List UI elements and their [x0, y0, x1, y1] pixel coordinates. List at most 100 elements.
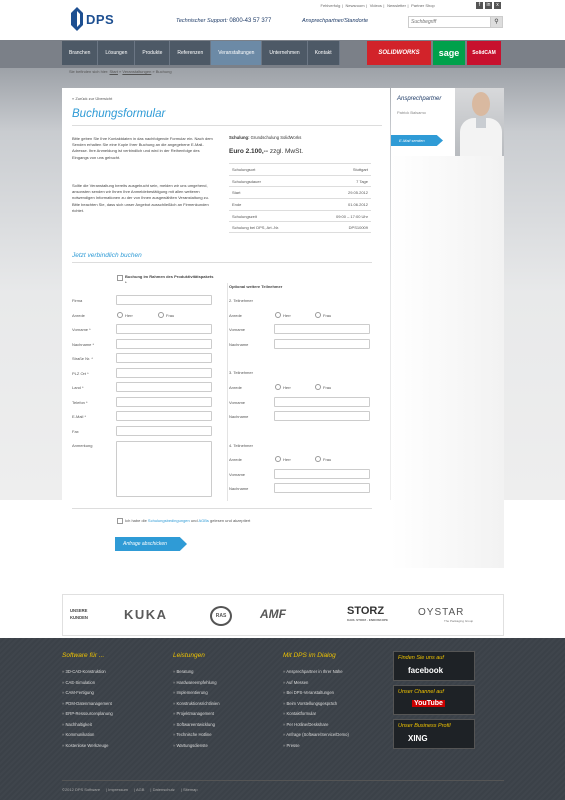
footer-link[interactable]: Kontaktformular: [283, 711, 349, 722]
sitemap-link[interactable]: Sitemap: [183, 787, 198, 792]
price-suffix: zzgl. MwSt.: [269, 148, 304, 155]
nav-referenzen[interactable]: Referenzen: [170, 41, 212, 65]
search-input[interactable]: [409, 17, 491, 27]
xing-card[interactable]: Unser Business Profil XING: [393, 719, 475, 749]
footer-link[interactable]: Implementierung: [173, 690, 220, 701]
p2-radio-herr[interactable]: [275, 312, 281, 318]
email-input[interactable]: [116, 411, 212, 421]
support-phone[interactable]: 0800-43 57 377: [229, 18, 271, 24]
land-input[interactable]: [116, 382, 212, 392]
footer-link[interactable]: Auf Messen: [283, 680, 349, 691]
datenschutz-link[interactable]: Datenschutz: [153, 787, 175, 792]
telefon-input[interactable]: [116, 397, 212, 407]
footer-link[interactable]: Technische Hotline: [173, 732, 220, 743]
p3-radio-frau[interactable]: [315, 384, 321, 390]
vorname-input[interactable]: [116, 324, 212, 334]
toplink-newsletter[interactable]: Newsletter: [387, 3, 406, 8]
nav-unternehmen[interactable]: Unternehmen: [262, 41, 308, 65]
strasse-input[interactable]: [116, 353, 212, 363]
nav-kontakt[interactable]: Kontakt: [308, 41, 340, 65]
p3-vorname-input[interactable]: [274, 397, 370, 407]
p2-vorname-input[interactable]: [274, 324, 370, 334]
facebook-card[interactable]: Finden Sie uns auf facebook: [393, 651, 475, 681]
linkedin-icon[interactable]: in: [485, 2, 492, 9]
agb-checkbox[interactable]: [117, 518, 123, 524]
label-frau: Frau: [166, 313, 175, 318]
fax-input[interactable]: [116, 426, 212, 436]
facebook-icon[interactable]: f: [476, 2, 483, 9]
solidworks-logo[interactable]: SOLIDWORKS: [367, 41, 431, 65]
firma-input[interactable]: [116, 295, 212, 305]
sage-logo[interactable]: sage: [433, 41, 465, 65]
p3-radio-herr[interactable]: [275, 384, 281, 390]
nav-veranstaltungen[interactable]: Veranstaltungen: [211, 41, 263, 65]
email-button[interactable]: E-Mail senden: [391, 135, 443, 146]
agb-link[interactable]: AGBs: [198, 518, 208, 523]
participant-4-title: 4. Teilnehmer: [229, 443, 253, 448]
course-name: Schulung: Grundschulung SolidWorks: [229, 135, 301, 140]
footer-link[interactable]: Kommunikation: [62, 732, 113, 743]
footer-link[interactable]: Ansprechpartner in Ihrer Nähe: [283, 669, 349, 680]
p2-nachname-input[interactable]: [274, 339, 370, 349]
schulungsbedingungen-link[interactable]: Schulungsbedingungen: [148, 518, 190, 523]
footer-link[interactable]: Nachhaltigkeit: [62, 722, 113, 733]
footer-link[interactable]: Presse: [283, 743, 349, 754]
p4-radio-herr[interactable]: [275, 456, 281, 462]
intro-text: Bitte geben Sie Ihre Kontaktdaten in das…: [72, 136, 213, 160]
footer-link[interactable]: Per Hotline/Deskshare: [283, 722, 349, 733]
nav-branchen[interactable]: Branchen: [62, 41, 99, 65]
youtube-card[interactable]: Unser Channel auf YouTube: [393, 685, 475, 715]
info-row: Schulungsort Stuttgart: [229, 163, 371, 175]
p4-vorname-input[interactable]: [274, 469, 370, 479]
p4-nachname-input[interactable]: [274, 483, 370, 493]
p4-label-frau: Frau: [323, 457, 332, 462]
toplink-videos[interactable]: Videos: [370, 3, 382, 8]
p3-nachname-input[interactable]: [274, 411, 370, 421]
course-title: Grundschulung SolidWorks: [250, 135, 302, 140]
footer-link[interactable]: Projektmanagement: [173, 711, 220, 722]
footer-col3-list: Ansprechpartner in Ihrer Nähe Auf Messen…: [283, 669, 349, 753]
p4-radio-frau[interactable]: [315, 456, 321, 462]
radio-frau[interactable]: [158, 312, 164, 318]
xing-icon[interactable]: x: [494, 2, 501, 9]
agb-footer-link[interactable]: AGB: [136, 787, 144, 792]
p2-radio-frau[interactable]: [315, 312, 321, 318]
footer-link[interactable]: Beim Vorstellungsgespräch: [283, 701, 349, 712]
paket-checkbox[interactable]: [117, 275, 123, 281]
footer-link[interactable]: Hardwareempfehlung: [173, 680, 220, 691]
toplink-fehlverfolg[interactable]: Fehlverfolg: [321, 3, 341, 8]
search-button[interactable]: ⚲: [490, 17, 502, 27]
breadcrumb-start[interactable]: Start: [109, 69, 117, 74]
footer-link[interactable]: Softwareentwicklung: [173, 722, 220, 733]
toplink-newsroom[interactable]: Newsroom: [345, 3, 364, 8]
footer-link[interactable]: PDM-Datenmanagement: [62, 701, 113, 712]
footer-link[interactable]: Kostenlose Werkzeuge: [62, 743, 113, 754]
footer-link[interactable]: Beratung: [173, 669, 220, 680]
footer-link[interactable]: 3D-CAD-Konstruktion: [62, 669, 113, 680]
anmerkung-textarea[interactable]: [116, 441, 212, 497]
solidcam-logo[interactable]: SolidCAM: [467, 41, 501, 65]
partner-link[interactable]: Ansprechpartner/Standorte: [302, 18, 368, 24]
footer-link[interactable]: Konstruktionsrichtlinien: [173, 701, 220, 712]
submit-button[interactable]: Anfrage abschicken: [115, 537, 187, 551]
info-value: Stuttgart: [352, 167, 368, 172]
footer-link[interactable]: ERP-Ressourcenplanung: [62, 711, 113, 722]
footer-link[interactable]: Anfrage (Software/Service/Demo): [283, 732, 349, 743]
label-email: E-Mail *: [72, 414, 87, 419]
dps-logo[interactable]: DPS: [69, 6, 123, 32]
footer-link[interactable]: CAE-Simulation: [62, 680, 113, 691]
toplink-partner-shop[interactable]: Partner Shop: [411, 3, 435, 8]
nachname-input[interactable]: [116, 339, 212, 349]
footer-link[interactable]: Wartungsdienste: [173, 743, 220, 754]
back-link[interactable]: « Zurück zur Übersicht: [72, 96, 112, 101]
nav-loesungen[interactable]: Lösungen: [98, 41, 136, 65]
breadcrumb-veranstaltungen[interactable]: Veranstaltungen: [122, 69, 151, 74]
label-anmerkung: Anmerkung: [72, 443, 93, 448]
footer-link[interactable]: Bei DPS-Veranstaltungen: [283, 690, 349, 701]
nav-produkte[interactable]: Produkte: [135, 41, 171, 65]
plz-ort-input[interactable]: [116, 368, 212, 378]
radio-herr[interactable]: [117, 312, 123, 318]
impressum-link[interactable]: Impressum: [108, 787, 128, 792]
storz-subtitle: KARL STORZ · ENDOSKOPE: [347, 618, 389, 622]
footer-link[interactable]: CAM-Fertigung: [62, 690, 113, 701]
